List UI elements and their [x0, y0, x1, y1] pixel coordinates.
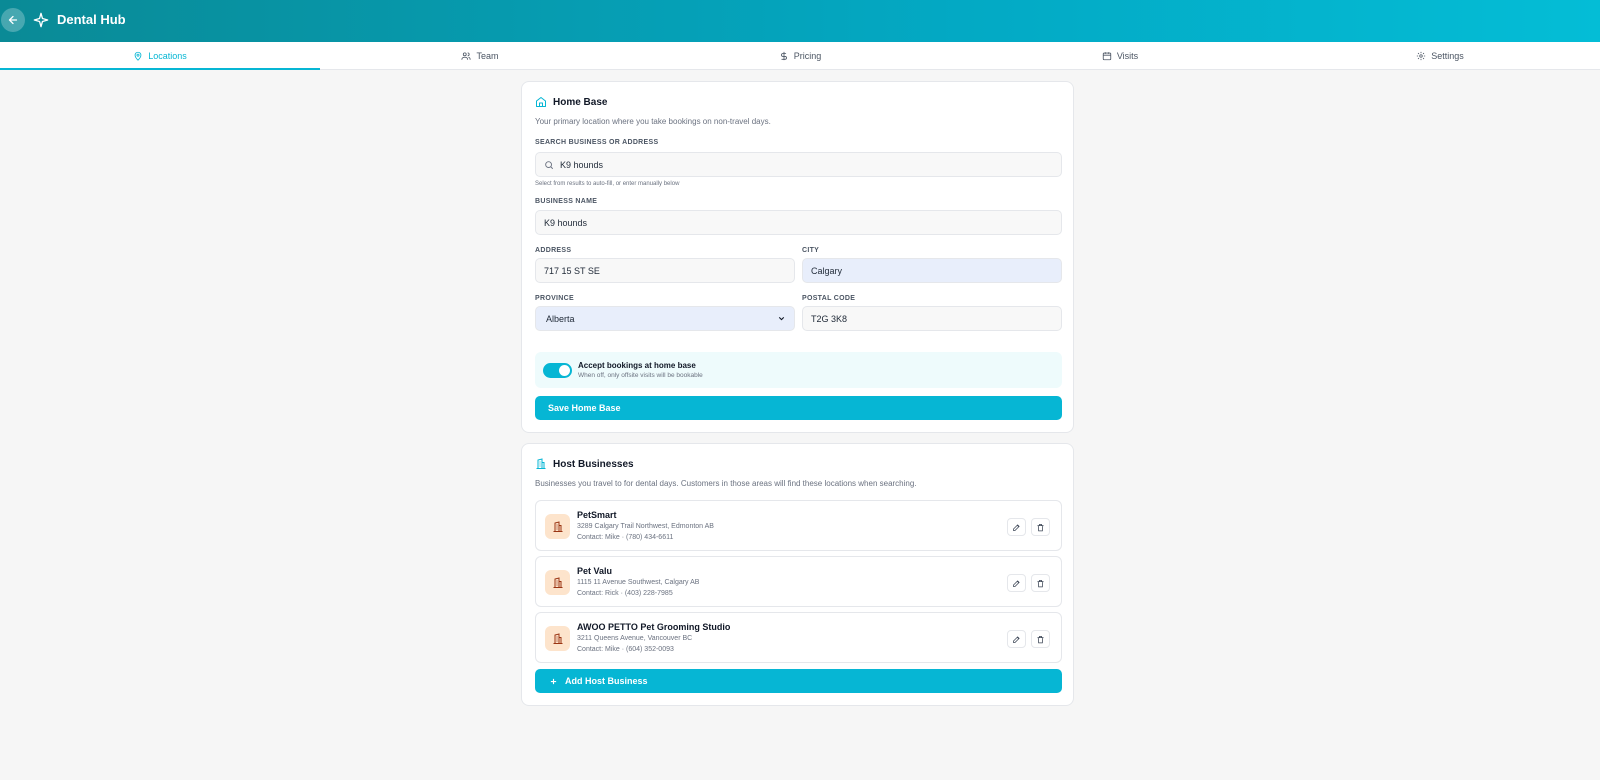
arrow-left-icon	[8, 15, 18, 25]
back-button[interactable]	[1, 8, 25, 32]
business-name-value: K9 hounds	[544, 217, 588, 228]
host-contact: Contact: Mike · (604) 352-0093	[577, 646, 674, 653]
edit-icon	[1013, 579, 1020, 587]
trash-icon	[1037, 635, 1044, 643]
host-avatar	[545, 514, 570, 539]
save-home-base-button[interactable]: Save Home Base	[535, 396, 1062, 420]
sparkle-icon	[33, 12, 49, 28]
home-base-card: Home Base Your primary location where yo…	[521, 81, 1074, 433]
tab-visits[interactable]: Visits	[960, 42, 1280, 69]
postal-code-input[interactable]: T2G 3K8	[802, 306, 1062, 331]
search-help: Select from results to auto-fill, or ent…	[535, 181, 680, 187]
building-icon	[536, 458, 546, 469]
app-title: Dental Hub	[57, 12, 126, 27]
delete-button[interactable]	[1031, 630, 1050, 648]
tab-bar: Locations Team Pricing Visits Settings	[0, 42, 1600, 70]
search-input[interactable]: K9 hounds	[535, 152, 1062, 177]
address-value: 717 15 ST SE	[544, 265, 600, 276]
host-business-row: AWOO PETTO Pet Grooming Studio 3211 Quee…	[535, 612, 1062, 663]
toggle-title: Accept bookings at home base	[578, 361, 696, 370]
home-base-toggle-row: Accept bookings at home base When off, o…	[535, 352, 1062, 388]
building-icon	[553, 520, 562, 532]
search-label: SEARCH BUSINESS OR ADDRESS	[535, 139, 659, 146]
province-value: Alberta	[546, 313, 575, 324]
city-input[interactable]: Calgary	[802, 258, 1062, 283]
business-name-label: BUSINESS NAME	[535, 198, 598, 205]
host-business-row: Pet Valu 1115 11 Avenue Southwest, Calga…	[535, 556, 1062, 607]
edit-button[interactable]	[1007, 630, 1026, 648]
top-bar: Dental Hub	[0, 0, 1600, 42]
add-host-business-label: Add Host Business	[565, 676, 648, 686]
dollar-icon	[780, 51, 787, 60]
host-name: AWOO PETTO Pet Grooming Studio	[577, 622, 731, 632]
host-name: PetSmart	[577, 510, 617, 520]
chevron-down-icon	[778, 316, 785, 321]
host-avatar	[545, 570, 570, 595]
home-base-description: Your primary location where you take boo…	[535, 117, 771, 126]
host-business-row: PetSmart 3289 Calgary Trail Northwest, E…	[535, 500, 1062, 551]
host-businesses-card: Host Businesses Businesses you travel to…	[521, 443, 1074, 706]
province-label: PROVINCE	[535, 295, 574, 302]
accept-bookings-toggle[interactable]	[543, 363, 572, 378]
add-host-business-button[interactable]: Add Host Business	[535, 669, 1062, 693]
building-icon	[553, 576, 562, 588]
tab-pricing[interactable]: Pricing	[640, 42, 960, 69]
city-value: Calgary	[811, 265, 843, 276]
province-select[interactable]: Alberta	[535, 306, 795, 331]
home-base-title: Home Base	[535, 95, 1060, 109]
edit-button[interactable]	[1007, 574, 1026, 592]
trash-icon	[1037, 579, 1044, 587]
host-address: 3211 Queens Avenue, Vancouver BC	[577, 635, 693, 642]
gear-icon	[1417, 51, 1426, 60]
search-icon	[545, 160, 554, 169]
edit-icon	[1013, 635, 1020, 643]
host-businesses-title: Host Businesses	[535, 457, 1060, 471]
delete-button[interactable]	[1031, 574, 1050, 592]
host-contact: Contact: Rick · (403) 228-7985	[577, 590, 673, 597]
save-home-base-label: Save Home Base	[548, 403, 621, 413]
host-address: 3289 Calgary Trail Northwest, Edmonton A…	[577, 523, 714, 530]
address-input[interactable]: 717 15 ST SE	[535, 258, 795, 283]
host-businesses-title-text: Host Businesses	[553, 458, 634, 470]
map-pin-icon	[134, 51, 142, 61]
toggle-subtitle: When off, only offsite visits will be bo…	[578, 372, 703, 379]
edit-icon	[1013, 523, 1020, 531]
tab-team[interactable]: Team	[320, 42, 640, 69]
tab-locations[interactable]: Locations	[0, 42, 320, 70]
tab-settings[interactable]: Settings	[1280, 42, 1600, 69]
business-name-input[interactable]: K9 hounds	[535, 210, 1062, 235]
calendar-icon	[1102, 51, 1111, 60]
host-avatar	[545, 626, 570, 651]
edit-button[interactable]	[1007, 518, 1026, 536]
search-value: K9 hounds	[560, 159, 604, 170]
host-contact: Contact: Mike · (780) 434-6611	[577, 534, 674, 541]
users-icon	[461, 51, 472, 60]
host-name: Pet Valu	[577, 566, 613, 576]
home-icon	[536, 97, 546, 107]
tab-label: Pricing	[793, 50, 822, 61]
delete-button[interactable]	[1031, 518, 1050, 536]
trash-icon	[1037, 523, 1044, 531]
home-base-title-text: Home Base	[553, 96, 608, 108]
postal-code-value: T2G 3K8	[811, 313, 848, 324]
tab-label: Team	[476, 50, 499, 61]
building-icon	[553, 632, 562, 644]
plus-icon	[550, 678, 557, 684]
address-label: ADDRESS	[535, 247, 572, 254]
tab-label: Settings	[1431, 50, 1464, 61]
postal-code-label: POSTAL CODE	[802, 295, 856, 302]
host-address: 1115 11 Avenue Southwest, Calgary AB	[577, 579, 700, 586]
tab-label: Visits	[1116, 50, 1139, 61]
host-businesses-description: Businesses you travel to for dental days…	[535, 479, 917, 488]
city-label: CITY	[802, 247, 820, 254]
tab-label: Locations	[148, 50, 187, 61]
